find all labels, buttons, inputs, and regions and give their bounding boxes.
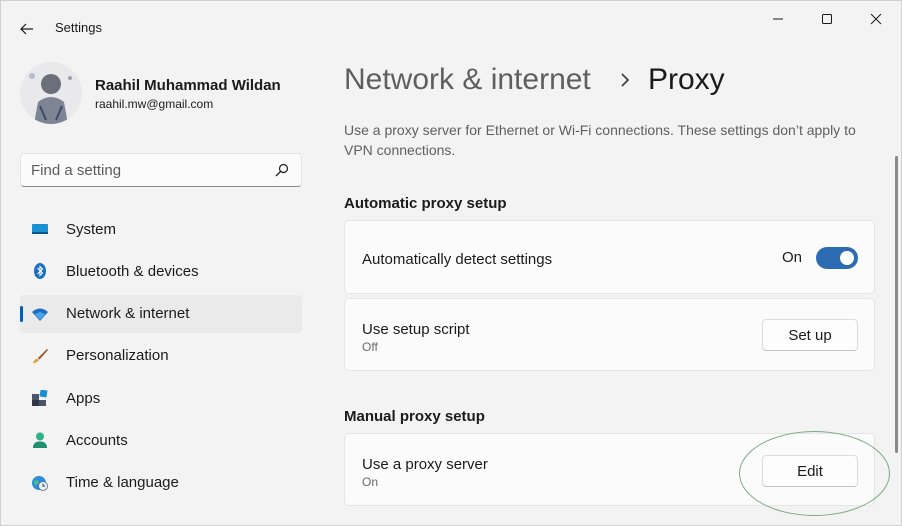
sidebar-item-label: Time & language: [66, 474, 179, 492]
scrollbar[interactable]: [895, 156, 898, 453]
minimize-icon: [773, 18, 783, 20]
toggle-knob: [840, 251, 854, 265]
back-button[interactable]: [15, 17, 39, 41]
app-title: Settings: [55, 20, 102, 35]
sidebar-item-label: Apps: [66, 389, 101, 407]
auto-detect-toggle[interactable]: [816, 247, 858, 269]
sidebar-item-apps[interactable]: Apps: [20, 379, 302, 417]
minimize-button[interactable]: [763, 7, 793, 31]
sidebar-item-label: Network & internet: [66, 305, 190, 323]
sidebar-nav: System Bluetooth & devices Network & int…: [20, 210, 302, 506]
apps-icon: [32, 390, 48, 407]
setting-title: Use a proxy server: [362, 456, 488, 473]
section-title-manual: Manual proxy setup: [344, 408, 485, 425]
sidebar-item-label: Bluetooth & devices: [66, 262, 199, 280]
title-bar: Settings: [1, 1, 901, 55]
sidebar-item-network[interactable]: Network & internet: [20, 294, 302, 333]
section-title-automatic: Automatic proxy setup: [344, 195, 507, 212]
search-icon[interactable]: [275, 163, 289, 177]
chevron-right-icon: [621, 73, 630, 87]
sidebar-item-bluetooth[interactable]: Bluetooth & devices: [20, 252, 302, 290]
setting-card-proxy-server: Use a proxy server On Edit: [344, 433, 875, 506]
edit-button[interactable]: Edit: [762, 455, 858, 487]
toggle-state-label: On: [781, 249, 802, 266]
back-arrow-icon: [20, 23, 33, 35]
setting-subtitle: Off: [362, 340, 378, 354]
sidebar-item-accounts[interactable]: Accounts: [20, 421, 302, 459]
maximize-icon: [822, 14, 832, 24]
person-icon: [33, 432, 47, 449]
setting-card-auto-detect: Automatically detect settings On: [344, 220, 875, 294]
setting-title: Use setup script: [362, 321, 470, 338]
page-title: Proxy: [648, 63, 725, 96]
monitor-icon: [32, 224, 48, 234]
setting-subtitle: On: [362, 475, 379, 489]
settings-window: Settings Raahil Muhammad Wildan raahil.m…: [0, 0, 902, 526]
search-box[interactable]: [20, 153, 302, 187]
globe-clock-icon: [32, 475, 48, 491]
user-email: raahil.mw@gmail.com: [95, 97, 214, 111]
sidebar-item-system[interactable]: System: [20, 210, 302, 248]
breadcrumb-parent[interactable]: Network & internet: [344, 63, 591, 97]
close-icon: [870, 13, 882, 25]
maximize-button[interactable]: [812, 7, 842, 31]
page-description: Use a proxy server for Ethernet or Wi-Fi…: [344, 122, 856, 158]
setting-card-setup-script: Use setup script Off Set up: [344, 298, 875, 371]
avatar[interactable]: [20, 62, 82, 124]
close-button[interactable]: [861, 7, 891, 31]
bluetooth-icon: [34, 263, 46, 280]
wifi-icon: [32, 308, 48, 321]
sidebar-item-time-language[interactable]: Time & language: [20, 464, 302, 502]
set-up-button[interactable]: Set up: [762, 319, 858, 351]
sidebar-item-label: Personalization: [66, 347, 169, 365]
brush-icon: [33, 348, 48, 363]
sidebar-item-label: System: [66, 220, 117, 238]
setting-title: Automatically detect settings: [362, 251, 553, 268]
sidebar-item-label: Accounts: [66, 431, 128, 449]
user-name: Raahil Muhammad Wildan: [95, 77, 281, 94]
search-input[interactable]: [31, 160, 271, 180]
sidebar-item-personalization[interactable]: Personalization: [20, 337, 302, 375]
avatar-image: [20, 62, 82, 124]
